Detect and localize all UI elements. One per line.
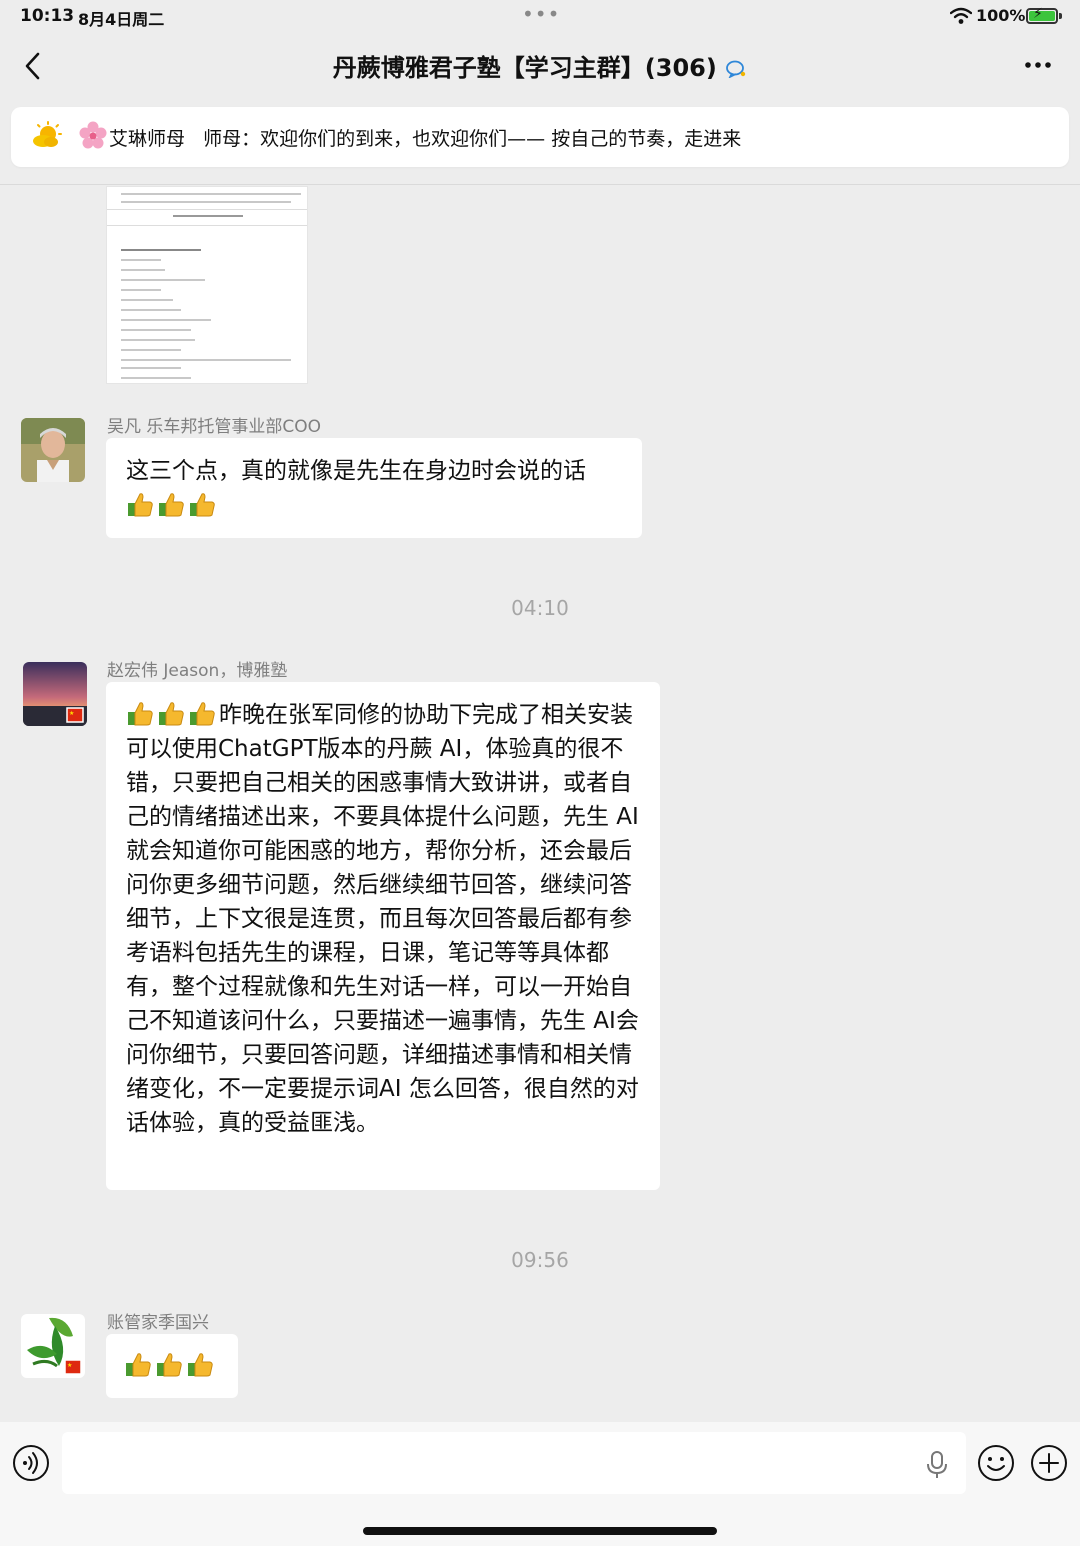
- svg-text:★: ★: [67, 1362, 72, 1369]
- avatar[interactable]: ★: [23, 662, 87, 726]
- plus-icon[interactable]: [1029, 1443, 1069, 1483]
- thumbs-up-icon: [126, 1353, 151, 1377]
- nav-bar: 丹蕨博雅君子塾【学习主群】(306): [0, 36, 1080, 96]
- back-chevron-icon[interactable]: [18, 48, 50, 84]
- sun-cloud-icon: [33, 121, 62, 147]
- cherry-blossom-icon: [79, 121, 107, 149]
- sender-name: 赵宏伟 Jeason，博雅塾: [107, 661, 288, 681]
- thumbs-up-icon: [188, 1353, 213, 1377]
- message-text-block: 昨晚在张军同修的协助下完成了相关安装可以使用ChatGPT版本的丹蕨 AI，体验…: [126, 698, 640, 1140]
- thumbs-up-icon: [157, 1353, 182, 1377]
- thumbs-up-row: [126, 490, 622, 518]
- timestamp: 04:10: [511, 596, 569, 620]
- thumbs-up-icon: [190, 493, 215, 517]
- image-message-thumbnail[interactable]: [106, 186, 308, 384]
- more-dots-icon[interactable]: [1018, 50, 1058, 80]
- microphone-icon[interactable]: [924, 1450, 950, 1480]
- status-time: 10:13: [20, 6, 75, 26]
- sender-name: 吴凡 乐车邦托管事业部COO: [107, 417, 322, 437]
- status-date: 8月4日周二: [78, 10, 165, 29]
- charging-bolt-icon: ⚡: [1033, 6, 1043, 22]
- chat-screen: 10:13 8月4日周二 ••• 100% ⚡ 丹蕨博雅君子塾【学习主群】(30…: [0, 0, 1080, 1546]
- chat-title: 丹蕨博雅君子塾【学习主群】(306): [200, 48, 880, 83]
- battery-nub: [1059, 13, 1062, 19]
- voice-icon[interactable]: [12, 1444, 50, 1482]
- status-bar: 10:13 8月4日周二 ••• 100% ⚡: [0, 0, 1080, 32]
- thumbs-up-icon: [128, 702, 153, 726]
- pinned-announcement[interactable]: 艾琳师母 师母：欢迎你们的到来，也欢迎你们—— 按自己的节奏，走进来: [11, 107, 1069, 167]
- pinned-divider: [0, 184, 1080, 185]
- sender-name: 账管家季国兴: [107, 1313, 209, 1333]
- message-bubble[interactable]: 昨晚在张军同修的协助下完成了相关安装可以使用ChatGPT版本的丹蕨 AI，体验…: [106, 682, 660, 1190]
- message-bubble[interactable]: [106, 1334, 238, 1398]
- message-input[interactable]: [62, 1432, 966, 1494]
- pinned-text: 艾琳师母 师母：欢迎你们的到来，也欢迎你们—— 按自己的节奏，走进来: [109, 124, 741, 151]
- home-indicator[interactable]: [363, 1527, 717, 1535]
- pinned-sender: 艾琳师母: [109, 128, 186, 150]
- thumbs-up-row: [124, 1350, 220, 1378]
- message-text: 这三个点，真的就像是先生在身边时会说的话: [126, 458, 586, 484]
- group-chat-bubble-icon: [726, 60, 746, 78]
- avatar[interactable]: ★: [21, 1314, 85, 1378]
- thumbs-up-icon: [128, 493, 153, 517]
- emoji-icon[interactable]: [976, 1443, 1016, 1483]
- message-text: 昨晚在张军同修的协助下完成了相关安装可以使用ChatGPT版本的丹蕨 AI，体验…: [126, 702, 639, 1136]
- message-bubble[interactable]: 这三个点，真的就像是先生在身边时会说的话: [106, 438, 642, 538]
- multitasking-dots-icon[interactable]: •••: [522, 2, 560, 26]
- wifi-icon: [950, 7, 972, 24]
- pinned-message: 师母：欢迎你们的到来，也欢迎你们—— 按自己的节奏，走进来: [203, 128, 742, 150]
- avatar[interactable]: [21, 418, 85, 482]
- thumbs-up-icon: [159, 702, 184, 726]
- thumbs-up-icon: [190, 702, 215, 726]
- battery-percent: 100%: [976, 6, 1026, 25]
- chat-title-text: 丹蕨博雅君子塾【学习主群】(306): [332, 54, 717, 82]
- thumbs-up-icon: [159, 493, 184, 517]
- svg-text:★: ★: [69, 710, 74, 717]
- timestamp: 09:56: [511, 1248, 569, 1272]
